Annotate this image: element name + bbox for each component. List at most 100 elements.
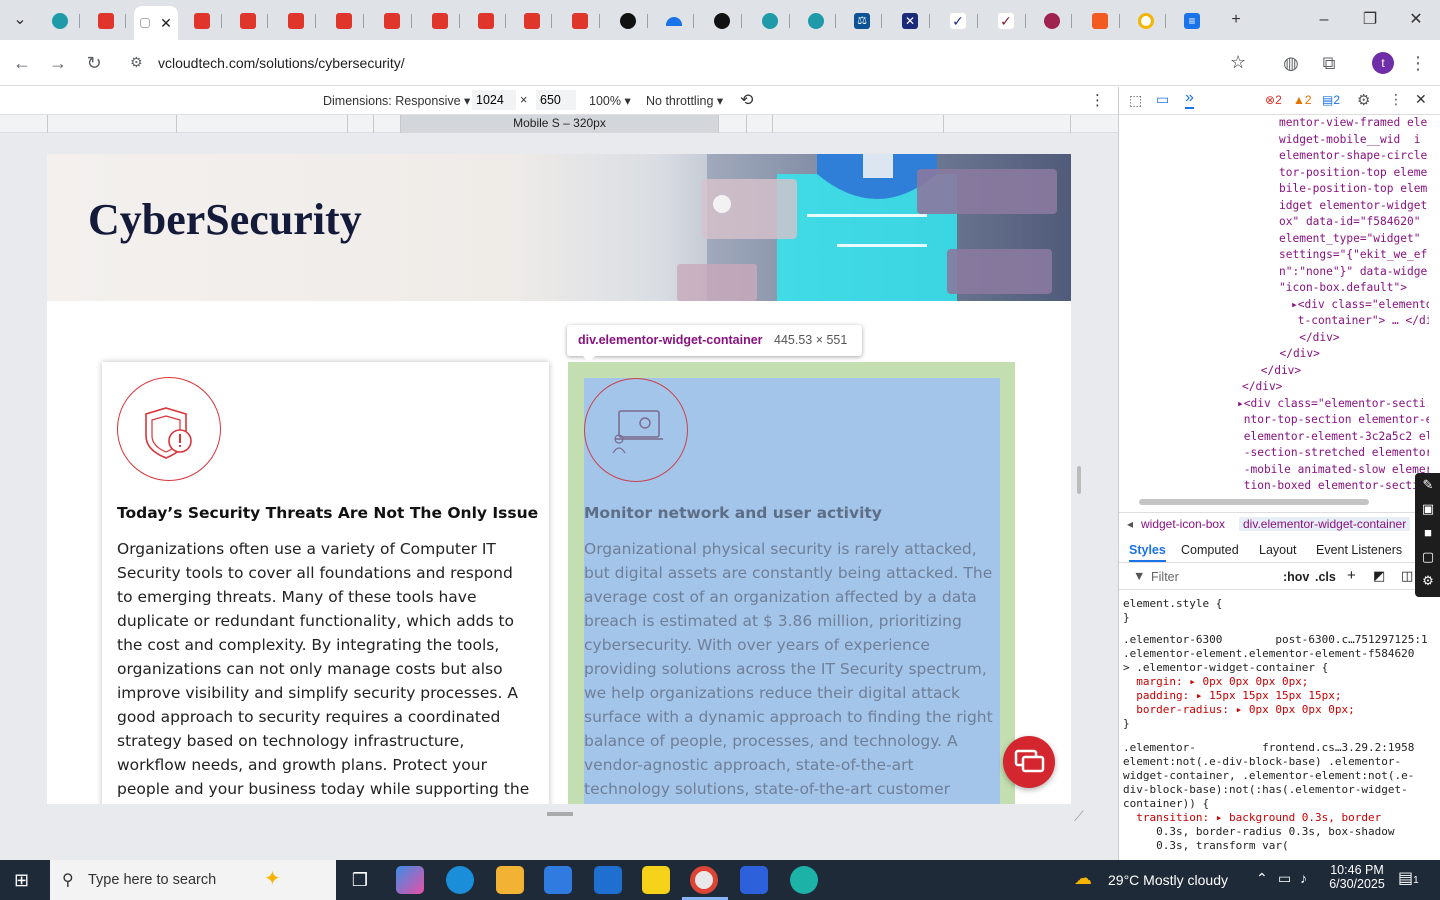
cls-toggle[interactable]: .cls xyxy=(1315,570,1336,584)
bookmark-star-icon[interactable]: ☆ xyxy=(1230,52,1246,73)
forward-icon[interactable]: → xyxy=(43,48,73,78)
browser-tab[interactable] xyxy=(796,8,836,34)
style-rule-line[interactable]: .elementor-6300 post-6300.c…751297125:1 xyxy=(1123,633,1428,647)
error-count[interactable]: ⊗2 xyxy=(1265,93,1282,107)
viewport-corner-resize-handle[interactable]: ⟋ xyxy=(1074,808,1084,825)
dom-line[interactable]: idget elementor-widget xyxy=(1279,198,1427,215)
browser-tab[interactable] xyxy=(182,8,222,34)
notifications-icon[interactable]: ▤1 xyxy=(1398,868,1419,888)
media-query-segment[interactable] xyxy=(176,115,347,133)
tab-styles[interactable]: Styles xyxy=(1129,543,1166,562)
app-icon[interactable] xyxy=(790,866,818,894)
browser-tab[interactable] xyxy=(372,8,412,34)
floating-capture-toolbar[interactable]: ✎ ▣ ■ ▢ ⚙ xyxy=(1415,473,1440,597)
browser-tab[interactable] xyxy=(324,8,364,34)
mobile-s-segment[interactable]: Mobile S – 320px xyxy=(400,115,718,133)
close-tab-icon[interactable]: ✕ xyxy=(160,15,172,32)
chat-button[interactable] xyxy=(1003,736,1055,788)
styles-rules[interactable]: element.style {} .elementor-6300 post-630… xyxy=(1119,591,1429,860)
dom-line[interactable]: n":"none"}" data-widge xyxy=(1279,264,1427,281)
media-query-segment[interactable] xyxy=(746,115,772,133)
dom-line[interactable]: bile-position-top elem xyxy=(1279,181,1427,198)
dom-line[interactable]: </div> xyxy=(1279,330,1339,347)
browser-tab[interactable] xyxy=(1032,8,1072,34)
style-rule-line[interactable]: element.style { xyxy=(1123,597,1222,611)
dom-line[interactable]: ox" data-id="f584620" xyxy=(1279,214,1420,231)
style-rule-line[interactable]: widget-container, .elementor-element:not… xyxy=(1123,769,1414,783)
url-text[interactable]: vcloudtech.com/solutions/cybersecurity/ xyxy=(158,55,405,71)
dom-line[interactable]: elementor-shape-circle xyxy=(1279,148,1427,165)
dom-line[interactable]: elementor-element-3c2a5c2 el xyxy=(1237,429,1429,446)
browser-tab[interactable] xyxy=(276,8,316,34)
dom-line[interactable]: tion-boxed elementor-secti xyxy=(1237,478,1419,495)
dom-line[interactable]: tor-position-top eleme xyxy=(1279,165,1427,182)
crumb-left-arrow-icon[interactable]: ◂ xyxy=(1127,517,1133,531)
dom-line[interactable]: mentor-view-framed ele xyxy=(1279,115,1427,132)
network-icon[interactable]: ▭ xyxy=(1278,870,1291,887)
media-query-segment[interactable] xyxy=(373,115,400,133)
browser-tab[interactable] xyxy=(1080,8,1120,34)
dom-line[interactable]: widget-mobile__wid i xyxy=(1279,132,1420,149)
style-rule-line[interactable]: container)) { xyxy=(1123,797,1209,811)
clock[interactable]: 10:46 PM 6/30/2025 xyxy=(1326,863,1388,891)
style-rule-line[interactable]: > .elementor-widget-container { xyxy=(1123,661,1328,675)
browser-tab[interactable] xyxy=(560,8,600,34)
new-tab-icon[interactable]: + xyxy=(1222,8,1250,32)
browser-tab[interactable] xyxy=(702,8,742,34)
media-query-segment[interactable] xyxy=(772,115,943,133)
media-query-segment[interactable] xyxy=(943,115,1070,133)
browser-tab[interactable] xyxy=(420,8,460,34)
tab-computed[interactable]: Computed xyxy=(1181,543,1239,557)
browser-tab[interactable] xyxy=(608,8,648,34)
dom-line[interactable]: "icon-box.default"> xyxy=(1279,280,1407,297)
style-rule-line[interactable]: } xyxy=(1123,717,1130,731)
tab-layout[interactable]: Layout xyxy=(1259,543,1297,557)
browser-tab[interactable] xyxy=(512,8,552,34)
dom-line[interactable]: settings="{"ekit_we_ef xyxy=(1279,247,1427,264)
zoom-select[interactable]: 100% ▾ xyxy=(589,93,631,108)
style-rule-line[interactable]: .elementor- frontend.cs…3.29.2:1958 xyxy=(1123,741,1414,755)
browser-tab[interactable] xyxy=(1126,8,1166,34)
weather-text[interactable]: 29°C Mostly cloudy xyxy=(1108,872,1228,888)
dom-line[interactable]: -mobile animated-slow elemer xyxy=(1237,462,1429,479)
task-view-icon[interactable]: ❒ xyxy=(346,866,374,894)
style-rule-line[interactable]: element:not(.e-div-block-base) .elemento… xyxy=(1123,755,1401,769)
breadcrumb-item[interactable]: widget-icon-box xyxy=(1141,517,1225,531)
style-rule-line[interactable]: 0.3s, transform var( xyxy=(1123,839,1288,853)
dom-line[interactable]: </div> xyxy=(1254,363,1301,380)
sticky-notes-icon[interactable] xyxy=(642,866,670,894)
minimize-icon[interactable]: – xyxy=(1310,8,1338,32)
style-rule-line[interactable]: 0.3s, border-radius 0.3s, box-shadow xyxy=(1123,825,1394,839)
rendering-emulation-icon[interactable]: ◩ xyxy=(1373,568,1385,584)
browser-tab[interactable] xyxy=(466,8,506,34)
browser-tab[interactable] xyxy=(654,8,694,34)
file-explorer-icon[interactable] xyxy=(496,866,524,894)
media-query-segment[interactable] xyxy=(718,115,746,133)
style-rule-line[interactable]: border-radius: ▸ 0px 0px 0px 0px; xyxy=(1123,703,1355,717)
dom-line[interactable]: -section-stretched elementor xyxy=(1237,445,1429,462)
close-window-icon[interactable]: ✕ xyxy=(1402,8,1430,32)
new-style-rule-icon[interactable]: + xyxy=(1347,567,1356,584)
hov-toggle[interactable]: :hov xyxy=(1283,570,1309,584)
warning-count[interactable]: ▲2 xyxy=(1293,93,1312,107)
dom-horizontal-scrollbar[interactable] xyxy=(1139,499,1369,505)
mail-icon[interactable] xyxy=(594,866,622,894)
taskbar-search[interactable]: ⚲ Type here to search ✦ xyxy=(50,860,336,900)
translate-icon[interactable]: ◍ xyxy=(1276,48,1306,78)
browser-tab[interactable]: ✓ xyxy=(986,8,1026,34)
dom-line[interactable]: t-container"> … </di xyxy=(1291,313,1429,330)
inspect-element-icon[interactable]: ⬚ xyxy=(1129,92,1142,109)
browser-tab[interactable]: ✕ xyxy=(890,8,930,34)
dimensions-select[interactable]: Dimensions: Responsive ▾ xyxy=(323,93,470,108)
feature-card-2[interactable]: Monitor network and user activity Organi… xyxy=(584,378,1000,804)
style-rule-line[interactable]: margin: ▸ 0px 0px 0px 0px; xyxy=(1123,675,1308,689)
edge-icon[interactable] xyxy=(446,866,474,894)
browser-tab[interactable] xyxy=(750,8,790,34)
style-rule-line[interactable]: padding: ▸ 15px 15px 15px 15px; xyxy=(1123,689,1341,703)
browser-tab[interactable] xyxy=(86,8,126,34)
tray-chevron-icon[interactable]: ⌃ xyxy=(1256,870,1268,887)
devtools-menu-icon[interactable]: ⋮ xyxy=(1389,91,1403,108)
filter-input[interactable]: Filter xyxy=(1151,570,1179,584)
style-rule-line[interactable]: } xyxy=(1123,611,1130,625)
throttling-select[interactable]: No throttling ▾ xyxy=(646,93,723,108)
